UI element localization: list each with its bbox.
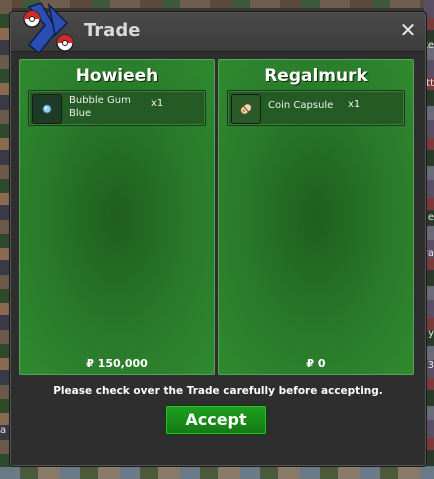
accept-button[interactable]: Accept bbox=[165, 405, 267, 435]
background-text: tt bbox=[426, 78, 434, 89]
background-text: a bbox=[0, 425, 7, 436]
background-text: 3 bbox=[427, 360, 434, 371]
trade-window: Trade ✕ Howieeh Bubble GumBlue x1 ₽ 150 bbox=[10, 2, 426, 466]
close-button[interactable]: ✕ bbox=[399, 20, 417, 40]
money-offer: ₽ 0 bbox=[306, 357, 326, 370]
background-text: e bbox=[427, 212, 434, 223]
trade-item-slot[interactable]: Bubble Gum Blue x1 bbox=[28, 90, 206, 126]
coin-capsule-icon bbox=[231, 94, 261, 124]
trade-notice: Please check over the Trade carefully be… bbox=[53, 385, 383, 397]
bubble-gum-icon bbox=[32, 94, 62, 124]
game-world-bottom bbox=[0, 467, 434, 479]
trade-panel-right: Regalmurk Coin Capsule x1 ₽ 0 bbox=[218, 59, 414, 375]
item-quantity: x1 bbox=[151, 98, 164, 109]
player-name: Regalmurk bbox=[264, 66, 368, 86]
trade-panel-left: Howieeh Bubble Gum Blue x1 ₽ 150,000 bbox=[19, 59, 215, 375]
player-name: Howieeh bbox=[75, 66, 159, 86]
item-quantity: x1 bbox=[348, 99, 361, 110]
window-title: Trade bbox=[84, 20, 141, 41]
pokeball-logo-icon bbox=[23, 2, 74, 55]
item-name: Coin Capsule bbox=[268, 100, 334, 111]
item-name: Bubble Gum Blue bbox=[69, 95, 131, 119]
money-offer: ₽ 150,000 bbox=[86, 357, 148, 370]
trade-item-slot[interactable]: Coin Capsule x1 bbox=[227, 90, 405, 126]
